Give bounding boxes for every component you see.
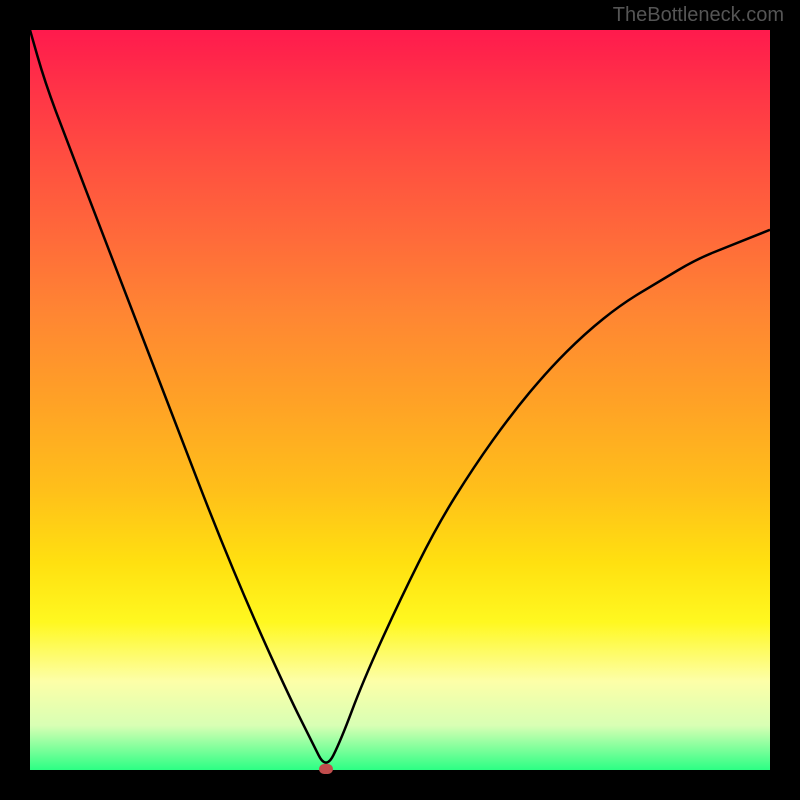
plot-area [30, 30, 770, 770]
chart-frame: TheBottleneck.com [0, 0, 800, 800]
minimum-marker [319, 764, 333, 774]
watermark-label: TheBottleneck.com [613, 4, 784, 27]
bottleneck-curve [30, 30, 770, 770]
